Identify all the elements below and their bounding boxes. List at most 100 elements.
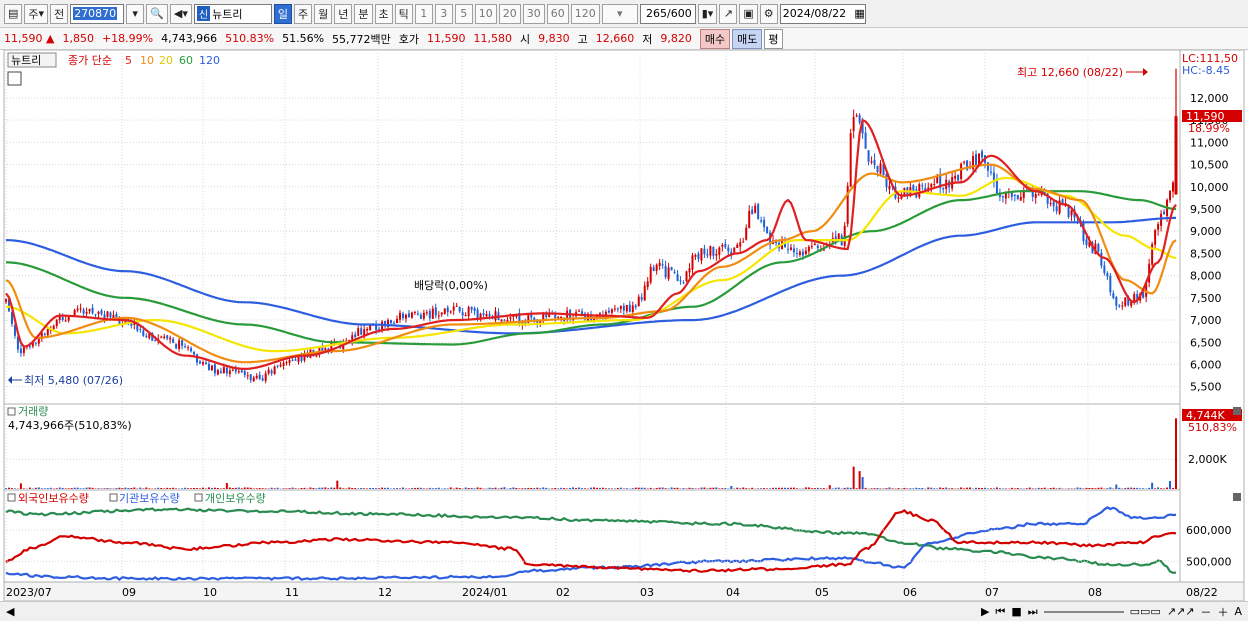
period-week[interactable]: 주 (294, 3, 313, 24)
candle-body (279, 364, 282, 367)
volume-bar (978, 487, 981, 489)
evaluate-button[interactable]: 평 (764, 28, 783, 49)
interval-3[interactable]: 3 (434, 3, 453, 24)
period-day[interactable]: 일 (273, 3, 292, 24)
stock-chart[interactable]: 뉴트리 종가 단순 5 10 20 60 120 최고 12,660 (08/2… (0, 50, 1248, 601)
volume-bar (751, 487, 754, 489)
legend-ma5: 5 (125, 54, 132, 67)
volume-bar (121, 488, 124, 489)
stock-code-value: 270870 (73, 7, 118, 20)
volume-bar (810, 488, 813, 489)
period-second[interactable]: 초 (374, 3, 393, 24)
volume-bar (930, 487, 933, 489)
font-size-icon[interactable]: A (1234, 605, 1242, 618)
candle-body (494, 311, 497, 321)
interval-20[interactable]: 20 (498, 3, 521, 24)
candle-body (216, 370, 219, 375)
interval-30[interactable]: 30 (522, 3, 545, 24)
stock-name-box[interactable]: 신 뉴트리 (193, 3, 272, 24)
volume-bar (416, 487, 419, 489)
candle-body (109, 312, 112, 318)
jump-end-icon[interactable]: ⏭ (1028, 605, 1038, 619)
stock-code-input[interactable]: 270870 (70, 3, 125, 24)
search-icon[interactable]: 🔍 (146, 3, 168, 24)
price-tick-label: 8,000 (1190, 270, 1222, 283)
volume-pane-close-icon[interactable] (1233, 407, 1241, 415)
candle-type-icon[interactable]: ▮▾ (697, 3, 718, 24)
layout-icon[interactable]: ▭▭▭ (1130, 605, 1161, 618)
period-day-label: 일 (277, 7, 288, 21)
draw-tools-icon[interactable]: ↗↗↗ (1167, 605, 1195, 618)
holdings-legend: 외국인보유수량 기관보유수량 개인보유수량 (7, 492, 266, 505)
zoom-slider[interactable] (1043, 610, 1124, 613)
volume-bar (927, 487, 930, 489)
candle-count-input[interactable]: 265/600 (639, 3, 696, 24)
chart-menu-icon[interactable]: ▤ (4, 3, 23, 24)
volume-bar (413, 487, 416, 489)
interval-10[interactable]: 10 (474, 3, 497, 24)
period-tick[interactable]: 틱 (394, 3, 413, 24)
prev-button[interactable]: 전 (50, 3, 69, 24)
interval-5[interactable]: 5 (454, 3, 473, 24)
volume-bar (378, 488, 381, 489)
period-minute[interactable]: 분 (354, 3, 373, 24)
candle-body (222, 367, 225, 374)
date-input[interactable]: 2024/08/22 ▦ (779, 3, 866, 24)
volume-bar (873, 488, 876, 489)
volume-bar (503, 487, 506, 489)
candle-body (76, 308, 79, 311)
volume-bar (1019, 488, 1022, 489)
gear-icon[interactable]: ⚙ (759, 3, 778, 24)
volume-bar (1079, 487, 1082, 489)
volume-bar (1025, 488, 1028, 489)
candle-body (282, 362, 285, 366)
candle-body (219, 371, 222, 373)
code-dropdown-icon[interactable]: ▾ (126, 3, 145, 24)
volume-bar (948, 488, 951, 489)
period-year[interactable]: 년 (334, 3, 353, 24)
jump-start-icon[interactable]: ⏮ (995, 605, 1005, 619)
buy-button[interactable]: 매수 (699, 28, 731, 49)
interval-1[interactable]: 1 (414, 3, 433, 24)
holdings-pane-close-icon[interactable] (1233, 493, 1241, 501)
stop-icon[interactable]: ■ (1011, 605, 1021, 618)
zoom-in-icon[interactable]: ＋ (1217, 604, 1228, 620)
candle-body (682, 282, 685, 284)
volume-bar (998, 488, 1001, 489)
price-tick-label: 9,000 (1190, 225, 1222, 238)
candle-body (715, 254, 718, 256)
candle-body (100, 310, 103, 315)
speaker-icon[interactable]: ◀▾ (169, 3, 192, 24)
volume-pane (3, 403, 1181, 491)
candle-body (843, 225, 846, 246)
candle-body (243, 371, 246, 376)
interval-60[interactable]: 60 (546, 3, 569, 24)
zoom-out-icon[interactable]: － (1200, 604, 1211, 620)
volume-bar (807, 487, 810, 489)
candle-body (807, 246, 810, 252)
interval-select[interactable]: ▾ (601, 3, 638, 24)
candle-body (79, 308, 82, 310)
draw-tool-icon[interactable]: ↗ (719, 3, 738, 24)
price-tick-label: 10,000 (1190, 181, 1229, 194)
volume-bar (590, 487, 592, 489)
period-month[interactable]: 월 (314, 3, 333, 24)
save-icon[interactable]: ▣ (739, 3, 758, 24)
x-tick-label: 11 (285, 586, 299, 599)
candle-body (870, 161, 873, 163)
candle-body (712, 247, 715, 256)
period-type-select[interactable]: 주 ▾ (24, 3, 49, 24)
volume-bar (512, 487, 515, 489)
volume-bar (431, 488, 434, 489)
candle-body (709, 246, 712, 256)
interval-120[interactable]: 120 (570, 3, 600, 24)
volume-bar (792, 487, 795, 489)
scroll-right-icon[interactable]: ▶ (981, 605, 989, 618)
calendar-icon[interactable]: ▦ (854, 7, 864, 20)
candle-body (264, 373, 267, 381)
sell-button[interactable]: 매도 (732, 28, 763, 49)
volume-bar (103, 488, 106, 489)
candle-body (786, 248, 789, 250)
candle-body (291, 359, 294, 361)
scroll-left-icon[interactable]: ◀ (6, 605, 14, 618)
